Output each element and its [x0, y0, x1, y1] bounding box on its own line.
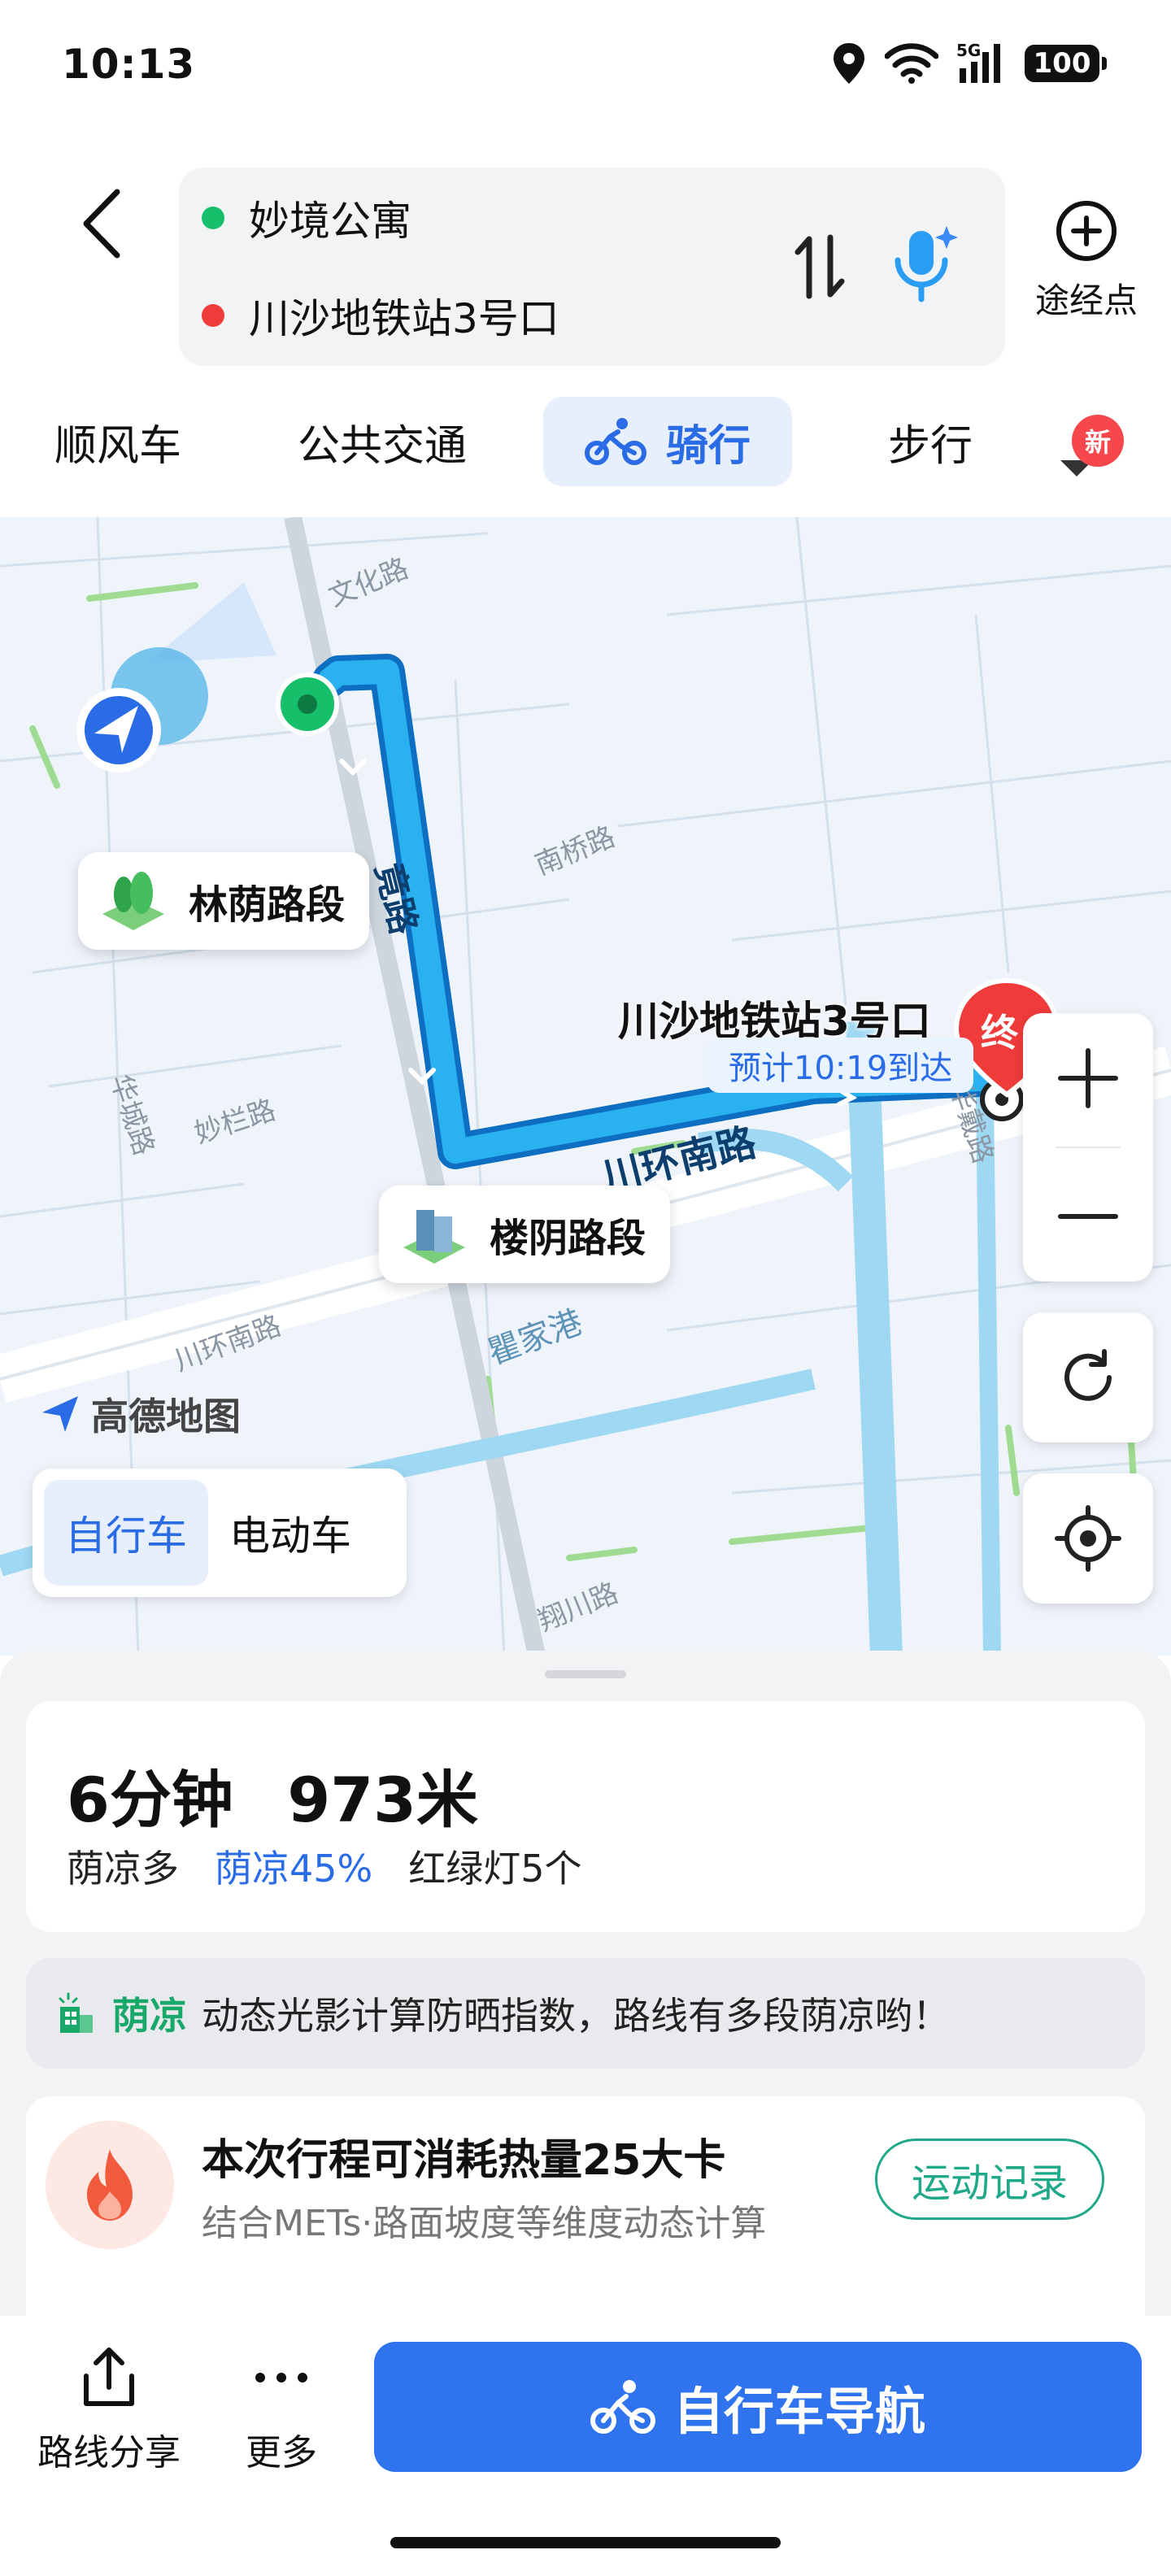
locate-icon [1055, 1505, 1121, 1572]
route-input-box: 妙境公寓 川沙地铁站3号口 [179, 168, 1005, 366]
tree-icon [102, 872, 164, 930]
shade-level: 荫凉多 [67, 1847, 179, 1891]
refresh-icon [1064, 1349, 1112, 1401]
calorie-card: 本次行程可消耗热量25大卡 结合METs·路面坡度等维度动态计算 运动记录 [26, 2096, 1145, 2340]
tab-walking[interactable]: 步行 [849, 397, 1012, 486]
waypoint-label: 途经点 [1034, 281, 1138, 320]
bike-type-selector: 自行车 电动车 [33, 1469, 407, 1597]
add-waypoint-button[interactable]: 途经点 [1021, 198, 1151, 323]
share-icon [84, 2348, 134, 2406]
refresh-route-button[interactable] [1023, 1312, 1153, 1442]
navigation-label: 自行车导航 [673, 2382, 925, 2441]
zoom-in-button[interactable] [1023, 1013, 1153, 1143]
road-label: 南桥路 [530, 820, 620, 881]
bike-option-ebike[interactable]: 电动车 [208, 1480, 372, 1586]
voice-input-button[interactable] [880, 218, 969, 312]
road-label: 文化路 [324, 552, 413, 613]
shade-building-icon [59, 1992, 93, 2033]
shade-tag: 荫凉 [112, 1994, 187, 2038]
fire-icon [87, 2149, 133, 2221]
calorie-subtitle: 结合METs·路面坡度等维度动态计算 [202, 2203, 767, 2244]
origin-text: 妙境公寓 [249, 198, 411, 245]
watermark-text: 高德地图 [91, 1395, 241, 1438]
exercise-record-button[interactable]: 运动记录 [875, 2139, 1104, 2220]
shade-info-banner[interactable]: 荫凉 动态光影计算防晒指数，路线有多段荫凉哟！ [26, 1958, 1145, 2069]
calorie-title: 本次行程可消耗热量25大卡 [202, 2136, 726, 2185]
swap-icon [794, 234, 845, 299]
destination-field[interactable]: 川沙地铁站3号口 [202, 283, 559, 348]
route-summary-card[interactable]: 6分钟 973米 荫凉多 荫凉45% 红绿灯5个 [26, 1701, 1145, 1932]
start-bike-navigation-button[interactable]: 自行车导航 [374, 2342, 1142, 2472]
chevron-left-icon [83, 189, 120, 259]
route-summary-details: 荫凉多 荫凉45% 红绿灯5个 [67, 1839, 582, 1893]
fire-icon-wrapper [46, 2121, 174, 2249]
bicycle-icon [584, 418, 646, 465]
origin-field[interactable]: 妙境公寓 [202, 185, 411, 250]
share-label: 路线分享 [37, 2432, 181, 2474]
bottom-action-bar: 路线分享 更多 自行车导航 [0, 2316, 1171, 2576]
map-watermark: 高德地图 [37, 1387, 241, 1441]
zoom-out-button[interactable] [1023, 1151, 1153, 1281]
map-view[interactable]: 文化路 南桥路 华城路 妙栏路 川环南路 华戴路 翔川路 瞿家港 川环南路 竟路… [0, 517, 1171, 1656]
status-icons: 5G 100 [831, 39, 1107, 88]
tab-label: 顺风车 [54, 421, 181, 471]
traffic-lights-count: 红绿灯5个 [408, 1847, 582, 1891]
tab-public-transit[interactable]: 公共交通 [276, 397, 488, 486]
sheet-drag-handle[interactable] [545, 1670, 626, 1678]
bike-option-bicycle[interactable]: 自行车 [44, 1480, 208, 1586]
tab-carpool[interactable]: 顺风车 [33, 397, 203, 486]
locate-me-button[interactable] [1023, 1473, 1153, 1603]
poi-building-shade-road[interactable]: 楼阴路段 [379, 1186, 671, 1283]
building-icon [403, 1210, 465, 1264]
route-distance: 973米 [287, 1764, 479, 1836]
destination-dot-icon [202, 304, 224, 327]
route-summary-main: 6分钟 973米 [67, 1750, 511, 1839]
road-label: 妙栏路 [190, 1094, 279, 1151]
status-time: 10:13 [62, 41, 196, 88]
cyclist-icon [590, 2380, 655, 2434]
shade-banner-text: 动态光影计算防晒指数，路线有多段荫凉哟！ [202, 1994, 950, 2038]
tab-label: 步行 [887, 421, 973, 471]
eta-label: 预计10:19到达 [707, 1038, 974, 1093]
swap-route-button[interactable] [781, 228, 859, 306]
waterway-label: 瞿家港 [483, 1303, 587, 1372]
poi-label: 楼阴路段 [490, 1216, 646, 1261]
status-bar: 10:13 5G 100 [0, 0, 1171, 130]
more-modes-dropdown[interactable]: 新 [1047, 415, 1137, 488]
zoom-divider [1056, 1147, 1121, 1148]
destination-text: 川沙地铁站3号口 [249, 295, 559, 342]
poi-label: 林荫路段 [189, 882, 346, 928]
road-label: 华城路 [103, 1070, 160, 1159]
location-icon [834, 43, 864, 84]
shade-percent: 荫凉45% [215, 1847, 373, 1891]
cellular-signal-icon: 5G [956, 41, 1007, 86]
plus-icon [1058, 1048, 1118, 1108]
share-route-button[interactable]: 路线分享 [28, 2345, 190, 2475]
more-options-button[interactable]: 更多 [200, 2345, 363, 2475]
wifi-icon [885, 43, 938, 84]
plus-circle-icon [1056, 201, 1117, 261]
poi-shaded-road[interactable]: 林荫路段 [78, 852, 370, 950]
minus-icon [1058, 1214, 1118, 1219]
home-indicator[interactable] [390, 2537, 781, 2548]
destination-marker-label: 终 [981, 1011, 1019, 1055]
road-label: 翔川路 [533, 1577, 623, 1638]
more-label: 更多 [246, 2432, 317, 2474]
battery-indicator: 100 [1025, 45, 1107, 82]
tab-label: 骑行 [665, 421, 751, 471]
tab-cycling[interactable]: 骑行 [543, 397, 792, 486]
route-duration: 6分钟 [67, 1764, 233, 1836]
new-badge: 新 [1072, 415, 1124, 467]
route-header: 妙境公寓 川沙地铁站3号口 途经点 [0, 130, 1171, 374]
amap-logo-icon [42, 1396, 78, 1432]
zoom-control [1023, 1013, 1153, 1281]
voice-ai-icon [895, 226, 958, 302]
transport-mode-tabs: 顺风车 公共交通 骑行 步行 新 [0, 382, 1171, 504]
more-dots-icon [255, 2373, 307, 2382]
tab-label: 公共交通 [297, 421, 467, 471]
origin-dot-icon [202, 207, 224, 229]
back-button[interactable] [70, 179, 135, 268]
